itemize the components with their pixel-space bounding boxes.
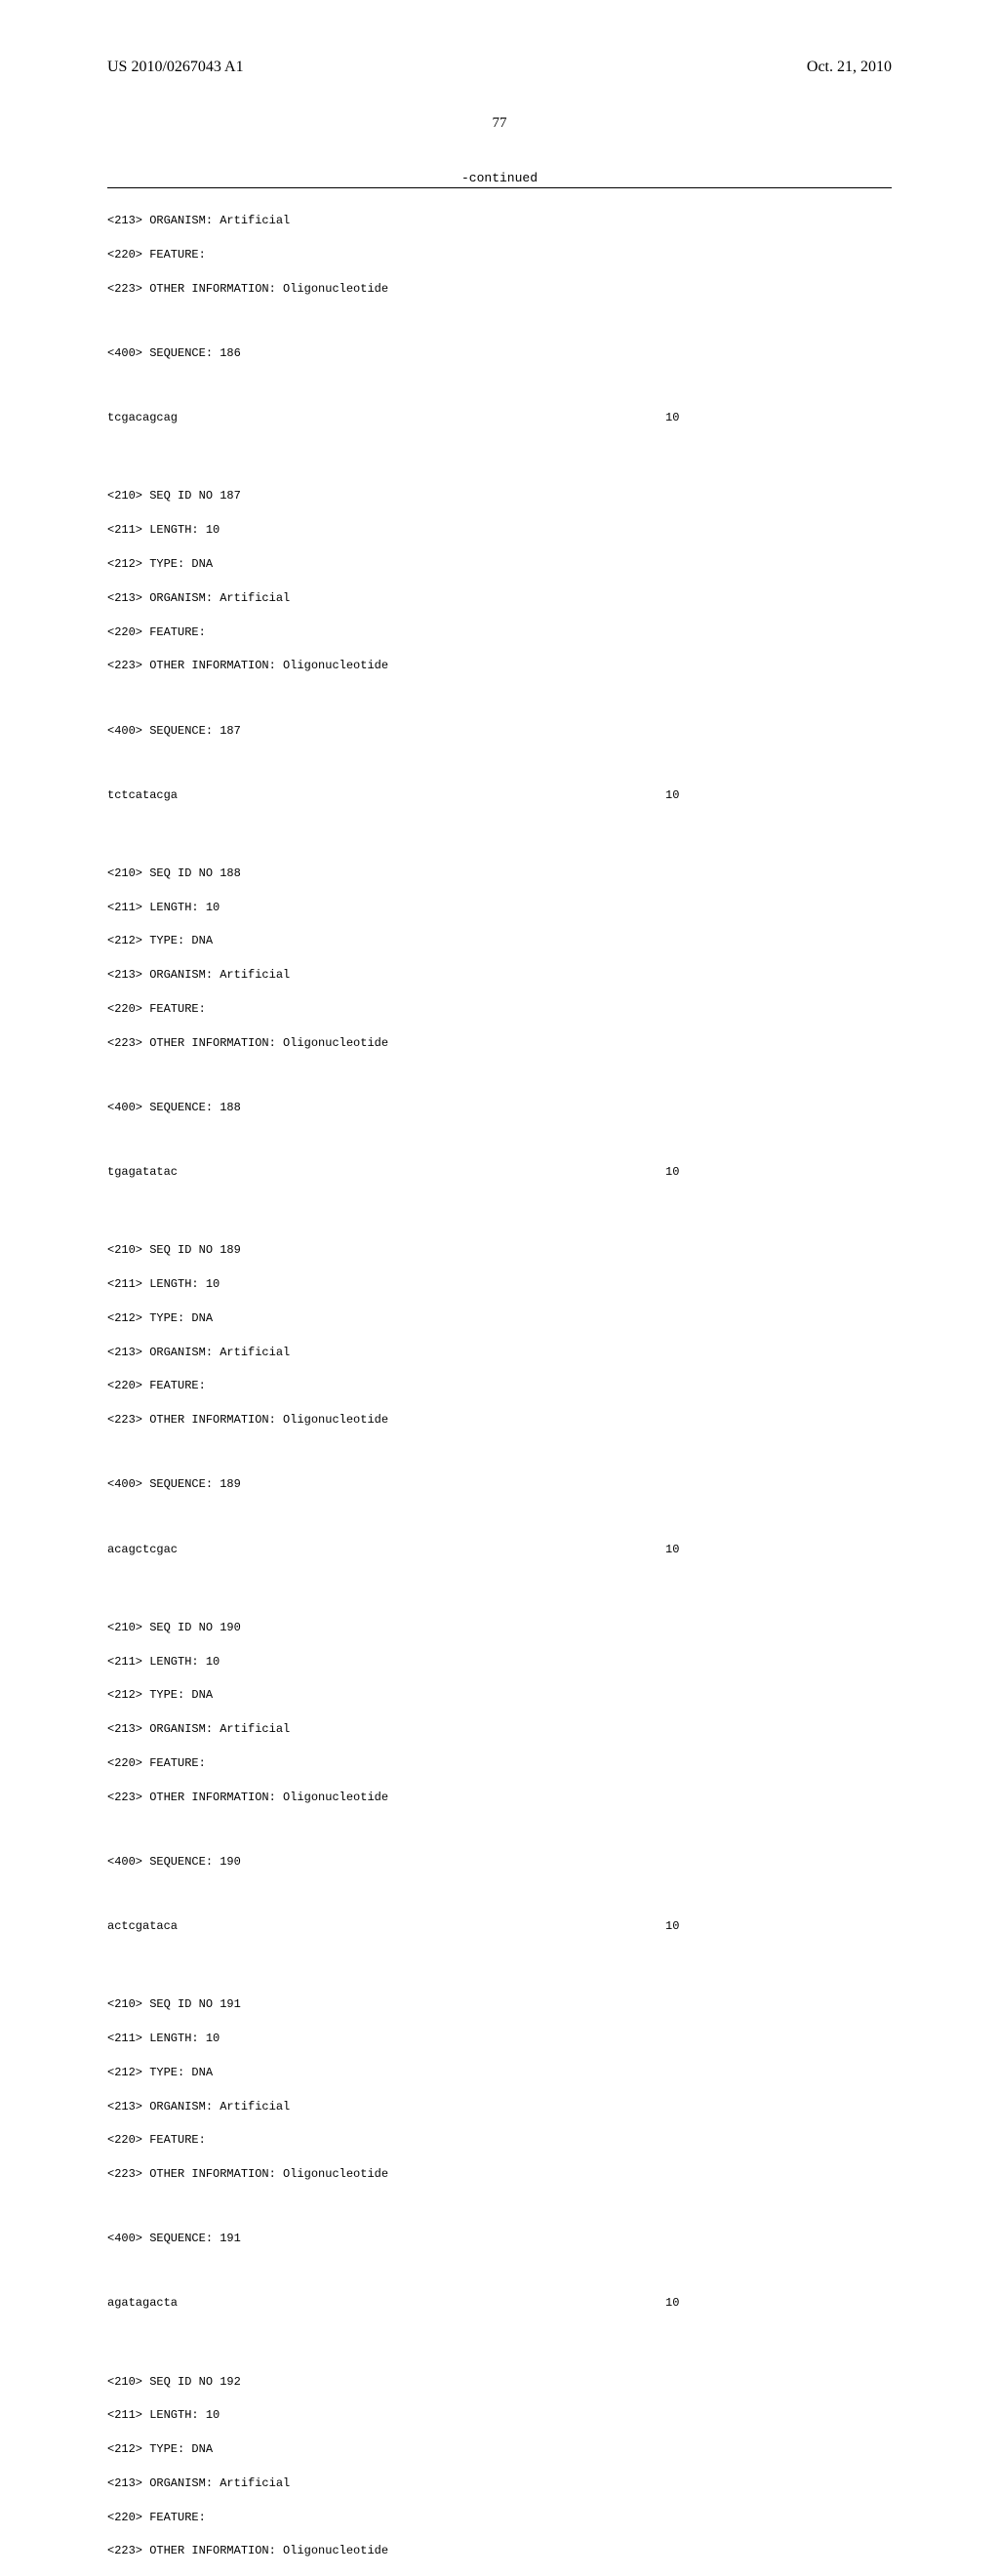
seq-meta-line: <223> OTHER INFORMATION: Oligonucleotide: [107, 2166, 892, 2183]
seq-sequence-header: <400> SEQUENCE: 186: [107, 345, 892, 362]
seq-value: tcgacagcag: [107, 410, 178, 426]
sequence-listing: <213> ORGANISM: Artificial <220> FEATURE…: [107, 196, 892, 2576]
seq-value-row: tctcatacga 10: [107, 787, 892, 804]
seq-meta-line: <210> SEQ ID NO 191: [107, 1996, 892, 2013]
seq-meta-line: <220> FEATURE:: [107, 624, 892, 641]
continued-label: -continued: [107, 171, 892, 185]
seq-meta-line: <223> OTHER INFORMATION: Oligonucleotide: [107, 1790, 892, 1806]
seq-meta-line: <211> LENGTH: 10: [107, 2407, 892, 2424]
seq-meta-line: <213> ORGANISM: Artificial: [107, 2099, 892, 2115]
seq-meta-line: <210> SEQ ID NO 187: [107, 488, 892, 504]
page-header: US 2010/0267043 A1 Oct. 21, 2010: [107, 59, 892, 76]
publication-date: Oct. 21, 2010: [807, 59, 892, 76]
seq-length: 10: [665, 1542, 679, 1558]
seq-meta-line: <211> LENGTH: 10: [107, 2031, 892, 2047]
divider: [107, 187, 892, 188]
seq-meta-line: <212> TYPE: DNA: [107, 1310, 892, 1327]
seq-meta-line: <220> FEATURE:: [107, 1755, 892, 1772]
seq-sequence-header: <400> SEQUENCE: 188: [107, 1100, 892, 1116]
seq-sequence-header: <400> SEQUENCE: 191: [107, 2231, 892, 2247]
seq-length: 10: [665, 787, 679, 804]
seq-meta-line: <223> OTHER INFORMATION: Oligonucleotide: [107, 1035, 892, 1052]
seq-value-row: agatagacta 10: [107, 2295, 892, 2312]
seq-value-row: tcgacagcag 10: [107, 410, 892, 426]
seq-meta-line: <213> ORGANISM: Artificial: [107, 1721, 892, 1738]
seq-value: acagctcgac: [107, 1542, 178, 1558]
seq-meta-line: <223> OTHER INFORMATION: Oligonucleotide: [107, 658, 892, 674]
seq-value-row: actcgataca 10: [107, 1918, 892, 1935]
seq-meta-line: <211> LENGTH: 10: [107, 522, 892, 539]
seq-meta-line: <220> FEATURE:: [107, 2510, 892, 2526]
seq-meta-line: <211> LENGTH: 10: [107, 1654, 892, 1670]
publication-number: US 2010/0267043 A1: [107, 59, 244, 76]
seq-meta-line: <211> LENGTH: 10: [107, 900, 892, 916]
seq-value: agatagacta: [107, 2295, 178, 2312]
seq-meta-line: <211> LENGTH: 10: [107, 1276, 892, 1293]
seq-length: 10: [665, 2295, 679, 2312]
seq-meta-line: <212> TYPE: DNA: [107, 2441, 892, 2458]
seq-value-row: tgagatatac 10: [107, 1164, 892, 1181]
seq-value: tctcatacga: [107, 787, 178, 804]
seq-meta-line: <220> FEATURE:: [107, 1378, 892, 1394]
seq-length: 10: [665, 1918, 679, 1935]
seq-meta-line: <213> ORGANISM: Artificial: [107, 2475, 892, 2492]
seq-meta-line: <213> ORGANISM: Artificial: [107, 213, 892, 229]
seq-meta-line: <210> SEQ ID NO 192: [107, 2374, 892, 2391]
seq-meta-line: <220> FEATURE:: [107, 1001, 892, 1018]
seq-meta-line: <210> SEQ ID NO 190: [107, 1620, 892, 1636]
page-container: US 2010/0267043 A1 Oct. 21, 2010 77 -con…: [0, 0, 999, 1288]
seq-meta-line: <213> ORGANISM: Artificial: [107, 590, 892, 607]
seq-meta-line: <212> TYPE: DNA: [107, 1687, 892, 1704]
seq-meta-line: <212> TYPE: DNA: [107, 2065, 892, 2081]
seq-value-row: acagctcgac 10: [107, 1542, 892, 1558]
seq-meta-line: <210> SEQ ID NO 188: [107, 865, 892, 882]
seq-value: tgagatatac: [107, 1164, 178, 1181]
seq-meta-line: <223> OTHER INFORMATION: Oligonucleotide: [107, 2543, 892, 2559]
seq-length: 10: [665, 410, 679, 426]
seq-meta-line: <213> ORGANISM: Artificial: [107, 1345, 892, 1361]
seq-sequence-header: <400> SEQUENCE: 189: [107, 1476, 892, 1493]
page-number: 77: [107, 115, 892, 132]
seq-meta-line: <212> TYPE: DNA: [107, 933, 892, 949]
seq-meta-line: <220> FEATURE:: [107, 2132, 892, 2149]
seq-meta-line: <212> TYPE: DNA: [107, 556, 892, 573]
seq-meta-line: <210> SEQ ID NO 189: [107, 1242, 892, 1259]
seq-meta-line: <223> OTHER INFORMATION: Oligonucleotide: [107, 1412, 892, 1429]
seq-meta-line: <220> FEATURE:: [107, 247, 892, 263]
seq-meta-line: <213> ORGANISM: Artificial: [107, 967, 892, 984]
seq-sequence-header: <400> SEQUENCE: 187: [107, 723, 892, 740]
seq-sequence-header: <400> SEQUENCE: 190: [107, 1854, 892, 1871]
seq-value: actcgataca: [107, 1918, 178, 1935]
seq-length: 10: [665, 1164, 679, 1181]
seq-meta-line: <223> OTHER INFORMATION: Oligonucleotide: [107, 281, 892, 298]
